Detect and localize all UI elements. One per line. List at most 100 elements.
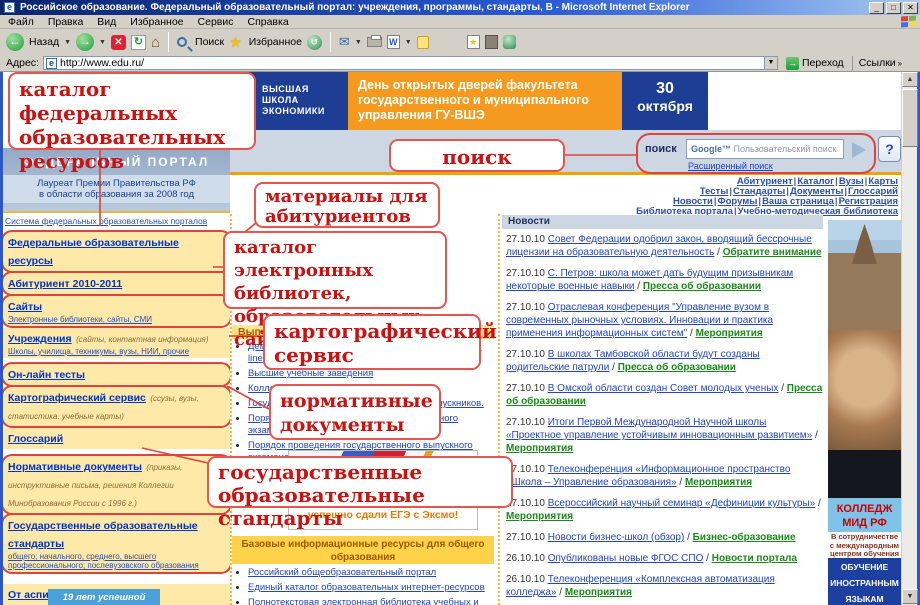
notes-icon[interactable] [416, 35, 429, 49]
sidebar-item-label[interactable]: Абитуриент 2010-2011 [8, 278, 122, 290]
banner-date[interactable]: 30 октября [622, 72, 708, 130]
sidebar-item-label[interactable]: Нормативные документы [8, 461, 142, 473]
news-title-link[interactable]: В Омской области создан Совет молодых уч… [548, 383, 779, 394]
news-title-link[interactable]: Опубликованы новые ФГОС СПО [548, 553, 704, 564]
news-category-link[interactable]: Пресса об образовании [643, 281, 761, 292]
search-button-label[interactable]: Поиск [195, 36, 224, 48]
news-category-link[interactable]: Новости портала [712, 553, 797, 564]
window-controls: _ □ ✕ [869, 2, 918, 14]
news-separator: / [687, 532, 690, 543]
sidebar-item[interactable]: Учреждения (сайты, контактная информация… [3, 328, 230, 358]
news-category-link[interactable]: Мероприятия [696, 328, 763, 339]
base-resource-link[interactable]: Полнотекстовая электронная библиотека уч… [248, 597, 479, 605]
federal-portals-system-link[interactable]: Система федеральных образовательных порт… [3, 214, 230, 230]
messenger-icon[interactable] [502, 35, 516, 49]
sidebar-item-label[interactable]: Картографический сервис [8, 392, 146, 404]
links-button[interactable]: Ссылки » [851, 55, 908, 71]
search-icon[interactable] [177, 37, 188, 47]
forward-dropdown-icon[interactable]: ▼ [99, 39, 106, 46]
hse-logo-text: ВЫСШАЯ ШКОЛА ЭКОНОМИКИ [262, 84, 325, 116]
close-button[interactable]: ✕ [903, 2, 918, 14]
sidebar-item[interactable]: Государственные образовательные стандарт… [3, 513, 230, 574]
years-banner[interactable]: 19 лет успешной работы [48, 589, 160, 605]
help-button[interactable]: ? [878, 136, 901, 162]
back-button-label[interactable]: Назад [29, 36, 59, 48]
favorites-star-icon[interactable]: ★ [229, 35, 242, 49]
maximize-button[interactable]: □ [886, 2, 901, 14]
sidebar-item-label[interactable]: Учреждения [8, 333, 72, 345]
scroll-down-icon[interactable]: ▼ [902, 589, 918, 604]
sidebar-item-label[interactable]: Он-лайн тесты [8, 369, 85, 381]
menu-item[interactable]: Файл [8, 16, 34, 28]
open-day-banner[interactable]: День открытых дверей факультета государс… [348, 72, 622, 130]
refresh-icon[interactable]: ↻ [130, 34, 146, 50]
sidebar-item[interactable]: Глоссарий [3, 428, 230, 449]
back-icon[interactable]: ← [6, 33, 24, 51]
annotation-catalog-federal: каталог федеральных образовательных ресу… [8, 72, 256, 173]
sidebar-item[interactable]: Абитуриент 2010-2011 [3, 271, 230, 296]
news-title-link[interactable]: Новости бизнес-школ (обзор) [548, 532, 685, 543]
news-item: 27.10.10 С. Петров: школа может дать буд… [506, 267, 823, 293]
toolbar-separator [329, 32, 331, 52]
edit-word-icon[interactable]: W [386, 35, 400, 49]
sidebar-item[interactable]: Сайты Электронные библиотеки, сайты, СМИ [3, 294, 230, 328]
news-category-link[interactable]: Мероприятия [506, 443, 573, 454]
menu-item[interactable]: Избранное [130, 16, 183, 28]
go-button[interactable]: → Переход [782, 56, 848, 71]
scroll-up-icon[interactable]: ▲ [902, 72, 918, 87]
sidebar-item-label[interactable]: Государственные образовательные стандарт… [8, 520, 198, 550]
news-category-link[interactable]: Мероприятия [506, 511, 573, 522]
mail-dropdown-icon[interactable]: ▼ [355, 39, 362, 46]
mail-icon[interactable]: ✉ [339, 35, 350, 49]
sidebar-item[interactable]: Федеральные образовательные ресурсы [3, 230, 230, 273]
menu-item[interactable]: Правка [48, 16, 83, 28]
college-title: КОЛЛЕДЖ МИД РФ [828, 498, 901, 532]
print-icon[interactable] [366, 35, 382, 47]
college-ad-banner[interactable]: КОЛЛЕДЖ МИД РФ В сотрудничестве с междун… [828, 220, 901, 605]
news-title-link[interactable]: Телеконференция «Комплексная автоматизац… [506, 574, 775, 598]
favorites-add-icon[interactable]: ★ [466, 35, 480, 49]
quick-links: АбитуриентКаталогВузыКарты ТестыСтандарт… [540, 177, 898, 217]
news-category-link[interactable]: Мероприятия [685, 477, 752, 488]
address-input[interactable] [59, 57, 760, 69]
stop-icon[interactable]: ✕ [110, 34, 126, 50]
sidebar-item[interactable]: Нормативные документы (приказы, инструкт… [3, 454, 230, 515]
news-date: 26.10.10 [506, 574, 545, 585]
base-resource-link[interactable]: Единый каталог образовательных интернет-… [248, 582, 485, 593]
advanced-search-link[interactable]: Расширенный поиск [688, 161, 773, 171]
sidebar-item[interactable]: Он-лайн тесты [3, 362, 230, 387]
menu-item[interactable]: Сервис [198, 16, 234, 28]
favorites-button-label[interactable]: Избранное [249, 36, 302, 48]
news-category-link[interactable]: Пресса об образовании [618, 362, 736, 373]
sidebar-item-sublinks[interactable]: Электронные библиотеки, сайты, СМИ [8, 315, 225, 324]
annotation-catalog-libraries: каталог электронных библиотек, образоват… [223, 231, 447, 350]
news-category-link[interactable]: Мероприятия [565, 587, 632, 598]
sidebar-item-label[interactable]: Сайты [8, 301, 42, 313]
go-button-label: Переход [801, 57, 844, 69]
history-icon[interactable]: ↺ [306, 34, 322, 50]
edit-dropdown-icon[interactable]: ▼ [405, 39, 412, 46]
sidebar-item-sublinks[interactable]: общего; начального, среднего, высшего пр… [8, 552, 225, 570]
menu-item[interactable]: Вид [97, 16, 116, 28]
sidebar-item-sublinks[interactable]: Школы, училища, техникумы, вузы, НИИ, пр… [8, 347, 225, 356]
search-go-arrow-icon[interactable] [852, 142, 866, 158]
minimize-button[interactable]: _ [869, 2, 884, 14]
news-category-link[interactable]: Бизнес-образование [693, 532, 796, 543]
back-dropdown-icon[interactable]: ▼ [64, 39, 71, 46]
sidebar-item-label[interactable]: Федеральные образовательные ресурсы [8, 237, 179, 267]
sidebar-item[interactable]: Картографический сервис (ссузы, вузы, ст… [3, 385, 230, 428]
sidebar-item-label[interactable]: Глоссарий [8, 433, 63, 445]
vertical-scrollbar[interactable]: ▲ ▼ [901, 72, 918, 605]
menu-item[interactable]: Справка [247, 16, 288, 28]
site-search-input[interactable]: Google™ Пользовательский поиск [686, 139, 844, 159]
news-title-link[interactable]: Всероссийский научный семинар «Дефиниции… [548, 498, 815, 509]
media-icon[interactable] [484, 35, 498, 49]
home-icon[interactable]: ⌂ [151, 35, 160, 50]
search-label: поиск [645, 143, 677, 155]
news-category-link[interactable]: Обратите внимание [723, 247, 822, 258]
scrollbar-thumb[interactable] [902, 89, 918, 147]
base-resource-link[interactable]: Российский общеобразовательный портал [248, 567, 436, 578]
address-dropdown-icon[interactable]: ▼ [763, 57, 777, 69]
forward-icon[interactable]: → [76, 33, 95, 51]
news-title-link[interactable]: Итоги Первой Международной Научной школы… [506, 417, 812, 441]
